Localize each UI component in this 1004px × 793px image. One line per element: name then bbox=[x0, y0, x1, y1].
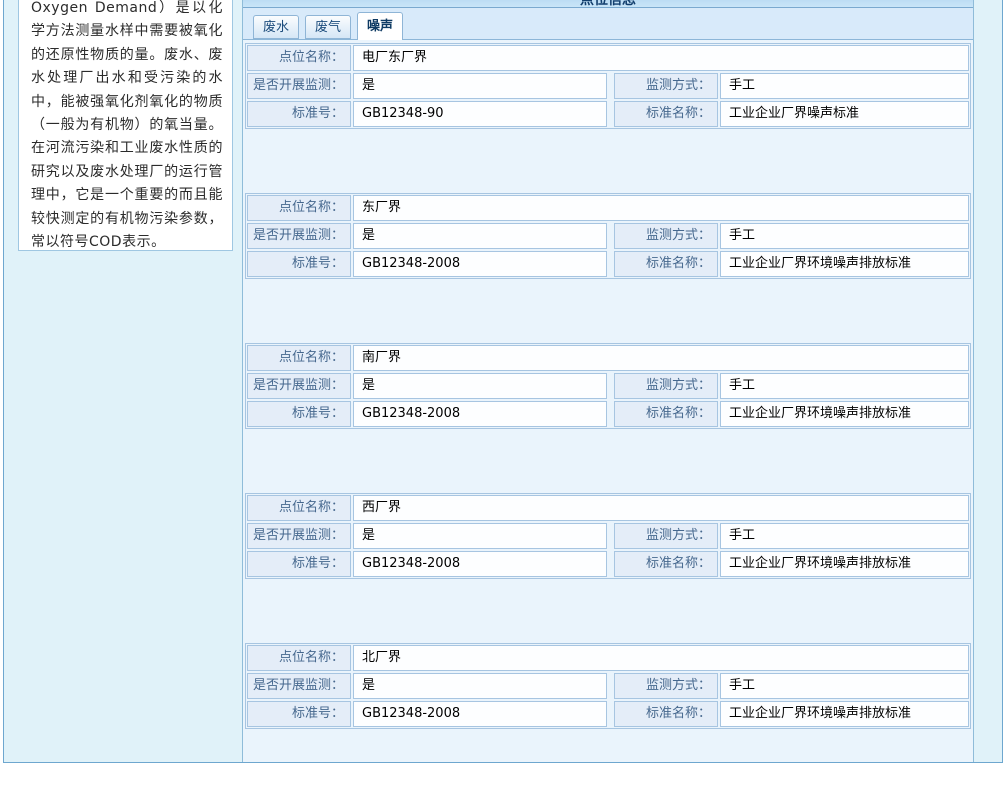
standard-no-value: GB12348-2008 bbox=[353, 701, 607, 727]
standard-no-label: 标准号： bbox=[247, 701, 351, 727]
point-name-label: 点位名称： bbox=[247, 345, 351, 371]
standard-name-value: 工业企业厂界噪声标准 bbox=[720, 101, 969, 127]
point-name-value: 南厂界 bbox=[353, 345, 969, 371]
panel-header-bar: 点位信息 bbox=[243, 0, 973, 8]
point-name-label: 点位名称： bbox=[247, 195, 351, 221]
standard-name-label: 标准名称： bbox=[614, 701, 718, 727]
standard-name-label: 标准名称： bbox=[614, 401, 718, 427]
tab-waste-gas[interactable]: 废气 bbox=[305, 15, 351, 39]
standard-no-label: 标准号： bbox=[247, 251, 351, 277]
monitoring-method-value: 手工 bbox=[720, 673, 969, 699]
point-name-value: 电厂东厂界 bbox=[353, 45, 969, 71]
point-table: 点位名称： 北厂界 是否开展监测： 是 监测方式： 手工 标准号： GB1234… bbox=[245, 643, 971, 729]
table-row: 点位名称： 北厂界 bbox=[247, 645, 969, 671]
monitoring-enabled-label: 是否开展监测： bbox=[247, 223, 351, 249]
tab-strip: 废水 废气 噪声 bbox=[243, 8, 973, 40]
table-row: 标准号： GB12348-90 标准名称： 工业企业厂界噪声标准 bbox=[247, 101, 969, 127]
monitoring-method-value: 手工 bbox=[720, 223, 969, 249]
standard-no-label: 标准号： bbox=[247, 551, 351, 577]
point-name-label: 点位名称： bbox=[247, 645, 351, 671]
monitoring-method-value: 手工 bbox=[720, 523, 969, 549]
point-name-value: 东厂界 bbox=[353, 195, 969, 221]
monitoring-method-value: 手工 bbox=[720, 73, 969, 99]
point-name-value: 北厂界 bbox=[353, 645, 969, 671]
monitoring-enabled-value: 是 bbox=[353, 73, 607, 99]
standard-name-label: 标准名称： bbox=[614, 251, 718, 277]
standard-no-value: GB12348-2008 bbox=[353, 551, 607, 577]
monitoring-method-label: 监测方式： bbox=[614, 373, 718, 399]
point-table: 点位名称： 南厂界 是否开展监测： 是 监测方式： 手工 标准号： GB1234… bbox=[245, 343, 971, 429]
monitoring-enabled-label: 是否开展监测： bbox=[247, 523, 351, 549]
monitoring-enabled-value: 是 bbox=[353, 223, 607, 249]
monitoring-enabled-value: 是 bbox=[353, 373, 607, 399]
table-row: 是否开展监测： 是 监测方式： 手工 bbox=[247, 73, 969, 99]
point-info-panel: 点位信息 废水 废气 噪声 点位名称： 电厂东厂界 是否开展监测： 是 监测方式… bbox=[242, 0, 974, 762]
table-row: 标准号： GB12348-2008 标准名称： 工业企业厂界环境噪声排放标准 bbox=[247, 551, 969, 577]
monitoring-method-label: 监测方式： bbox=[614, 223, 718, 249]
standard-no-label: 标准号： bbox=[247, 401, 351, 427]
table-row: 是否开展监测： 是 监测方式： 手工 bbox=[247, 223, 969, 249]
tab-noise[interactable]: 噪声 bbox=[357, 12, 403, 40]
sidebar-info-box: Oxygen Demand）是以化学方法测量水样中需要被氧化的还原性物质的量。废… bbox=[18, 0, 233, 251]
standard-name-value: 工业企业厂界环境噪声排放标准 bbox=[720, 551, 969, 577]
table-row: 是否开展监测： 是 监测方式： 手工 bbox=[247, 523, 969, 549]
monitoring-method-label: 监测方式： bbox=[614, 73, 718, 99]
standard-name-label: 标准名称： bbox=[614, 101, 718, 127]
monitoring-method-label: 监测方式： bbox=[614, 523, 718, 549]
table-row: 点位名称： 南厂界 bbox=[247, 345, 969, 371]
standard-name-value: 工业企业厂界环境噪声排放标准 bbox=[720, 251, 969, 277]
tables-area: 点位名称： 电厂东厂界 是否开展监测： 是 监测方式： 手工 标准号： GB12… bbox=[245, 43, 971, 793]
table-row: 标准号： GB12348-2008 标准名称： 工业企业厂界环境噪声排放标准 bbox=[247, 701, 969, 727]
monitoring-enabled-value: 是 bbox=[353, 523, 607, 549]
standard-no-value: GB12348-2008 bbox=[353, 401, 607, 427]
point-name-label: 点位名称： bbox=[247, 45, 351, 71]
monitoring-method-label: 监测方式： bbox=[614, 673, 718, 699]
monitoring-enabled-label: 是否开展监测： bbox=[247, 373, 351, 399]
table-row: 是否开展监测： 是 监测方式： 手工 bbox=[247, 373, 969, 399]
table-row: 是否开展监测： 是 监测方式： 手工 bbox=[247, 673, 969, 699]
standard-no-label: 标准号： bbox=[247, 101, 351, 127]
standard-no-value: GB12348-90 bbox=[353, 101, 607, 127]
table-row: 点位名称： 电厂东厂界 bbox=[247, 45, 969, 71]
standard-no-value: GB12348-2008 bbox=[353, 251, 607, 277]
monitoring-method-value: 手工 bbox=[720, 373, 969, 399]
standard-name-value: 工业企业厂界环境噪声排放标准 bbox=[720, 401, 969, 427]
point-table: 点位名称： 东厂界 是否开展监测： 是 监测方式： 手工 标准号： GB1234… bbox=[245, 193, 971, 279]
monitoring-enabled-value: 是 bbox=[353, 673, 607, 699]
point-table: 点位名称： 西厂界 是否开展监测： 是 监测方式： 手工 标准号： GB1234… bbox=[245, 493, 971, 579]
tab-wastewater[interactable]: 废水 bbox=[253, 15, 299, 39]
standard-name-label: 标准名称： bbox=[614, 551, 718, 577]
table-row: 标准号： GB12348-2008 标准名称： 工业企业厂界环境噪声排放标准 bbox=[247, 251, 969, 277]
table-row: 点位名称： 东厂界 bbox=[247, 195, 969, 221]
page-title: 点位信息 bbox=[580, 0, 636, 8]
table-row: 标准号： GB12348-2008 标准名称： 工业企业厂界环境噪声排放标准 bbox=[247, 401, 969, 427]
point-table: 点位名称： 电厂东厂界 是否开展监测： 是 监测方式： 手工 标准号： GB12… bbox=[245, 43, 971, 129]
table-row: 点位名称： 西厂界 bbox=[247, 495, 969, 521]
cod-description-text: Oxygen Demand）是以化学方法测量水样中需要被氧化的还原性物质的量。废… bbox=[19, 0, 232, 254]
point-name-value: 西厂界 bbox=[353, 495, 969, 521]
standard-name-value: 工业企业厂界环境噪声排放标准 bbox=[720, 701, 969, 727]
monitoring-enabled-label: 是否开展监测： bbox=[247, 73, 351, 99]
point-name-label: 点位名称： bbox=[247, 495, 351, 521]
monitoring-enabled-label: 是否开展监测： bbox=[247, 673, 351, 699]
